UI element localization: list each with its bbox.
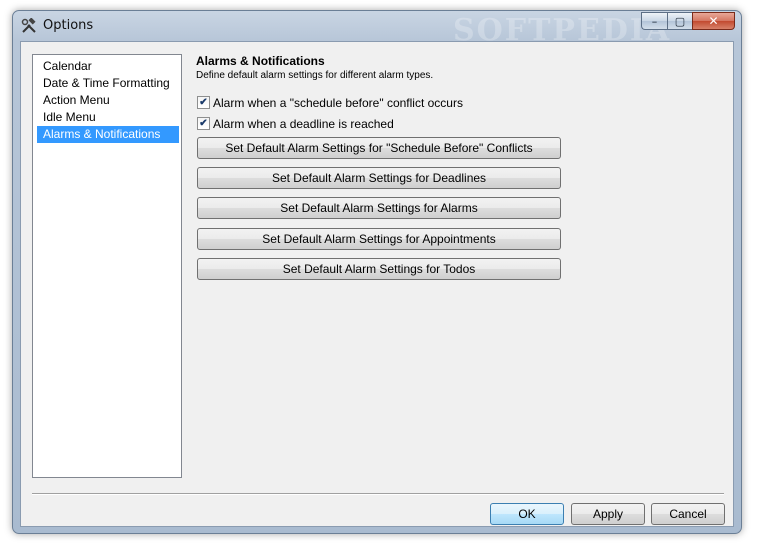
window-title: Options [43, 18, 94, 33]
deadline-settings-button[interactable]: Set Default Alarm Settings for Deadlines [197, 167, 561, 189]
section-description: Define default alarm settings for differ… [196, 70, 434, 81]
deadline-reached-option[interactable]: ✔ Alarm when a deadline is reached [197, 115, 726, 132]
deadline-reached-checkbox[interactable]: ✔ [197, 117, 210, 130]
nav-item-calendar[interactable]: Calendar [37, 58, 179, 75]
minimize-icon: – [651, 14, 658, 28]
checkmark-icon: ✔ [199, 117, 208, 129]
close-icon: ✕ [708, 14, 719, 28]
nav-item-action-menu[interactable]: Action Menu [37, 92, 179, 109]
settings-panel: Alarms & Notifications Define default al… [196, 54, 726, 280]
schedule-conflict-label: Alarm when a "schedule before" conflict … [213, 95, 463, 110]
schedule-conflict-option[interactable]: ✔ Alarm when a "schedule before" conflic… [197, 94, 726, 111]
tools-icon [21, 17, 37, 34]
apply-button[interactable]: Apply [571, 503, 645, 525]
nav-item-date-time-formatting[interactable]: Date & Time Formatting [37, 75, 179, 92]
close-button[interactable]: ✕ [692, 12, 735, 30]
maximize-button[interactable]: ▢ [667, 12, 692, 30]
title-bar[interactable]: Options SOFTPEDIA – ▢ ✕ [13, 11, 741, 48]
footer-divider [32, 493, 724, 495]
category-list[interactable]: Calendar Date & Time Formatting Action M… [32, 54, 182, 478]
todo-settings-button[interactable]: Set Default Alarm Settings for Todos [197, 258, 561, 280]
nav-item-idle-menu[interactable]: Idle Menu [37, 109, 179, 126]
maximize-icon: ▢ [674, 14, 686, 28]
schedule-conflict-checkbox[interactable]: ✔ [197, 96, 210, 109]
options-window: Options SOFTPEDIA – ▢ ✕ Calendar Date & … [12, 10, 742, 534]
ok-button[interactable]: OK [490, 503, 564, 525]
nav-item-alarms-notifications[interactable]: Alarms & Notifications [37, 126, 179, 143]
appointment-settings-button[interactable]: Set Default Alarm Settings for Appointme… [197, 228, 561, 250]
checkmark-icon: ✔ [199, 96, 208, 108]
minimize-button[interactable]: – [641, 12, 667, 30]
schedule-before-settings-button[interactable]: Set Default Alarm Settings for "Schedule… [197, 137, 561, 159]
cancel-button[interactable]: Cancel [651, 503, 725, 525]
deadline-reached-label: Alarm when a deadline is reached [213, 116, 394, 131]
caption-buttons: – ▢ ✕ [641, 12, 735, 31]
alarm-settings-button[interactable]: Set Default Alarm Settings for Alarms [197, 197, 561, 219]
dialog-client-area: Calendar Date & Time Formatting Action M… [20, 41, 734, 527]
section-title: Alarms & Notifications [196, 54, 325, 68]
